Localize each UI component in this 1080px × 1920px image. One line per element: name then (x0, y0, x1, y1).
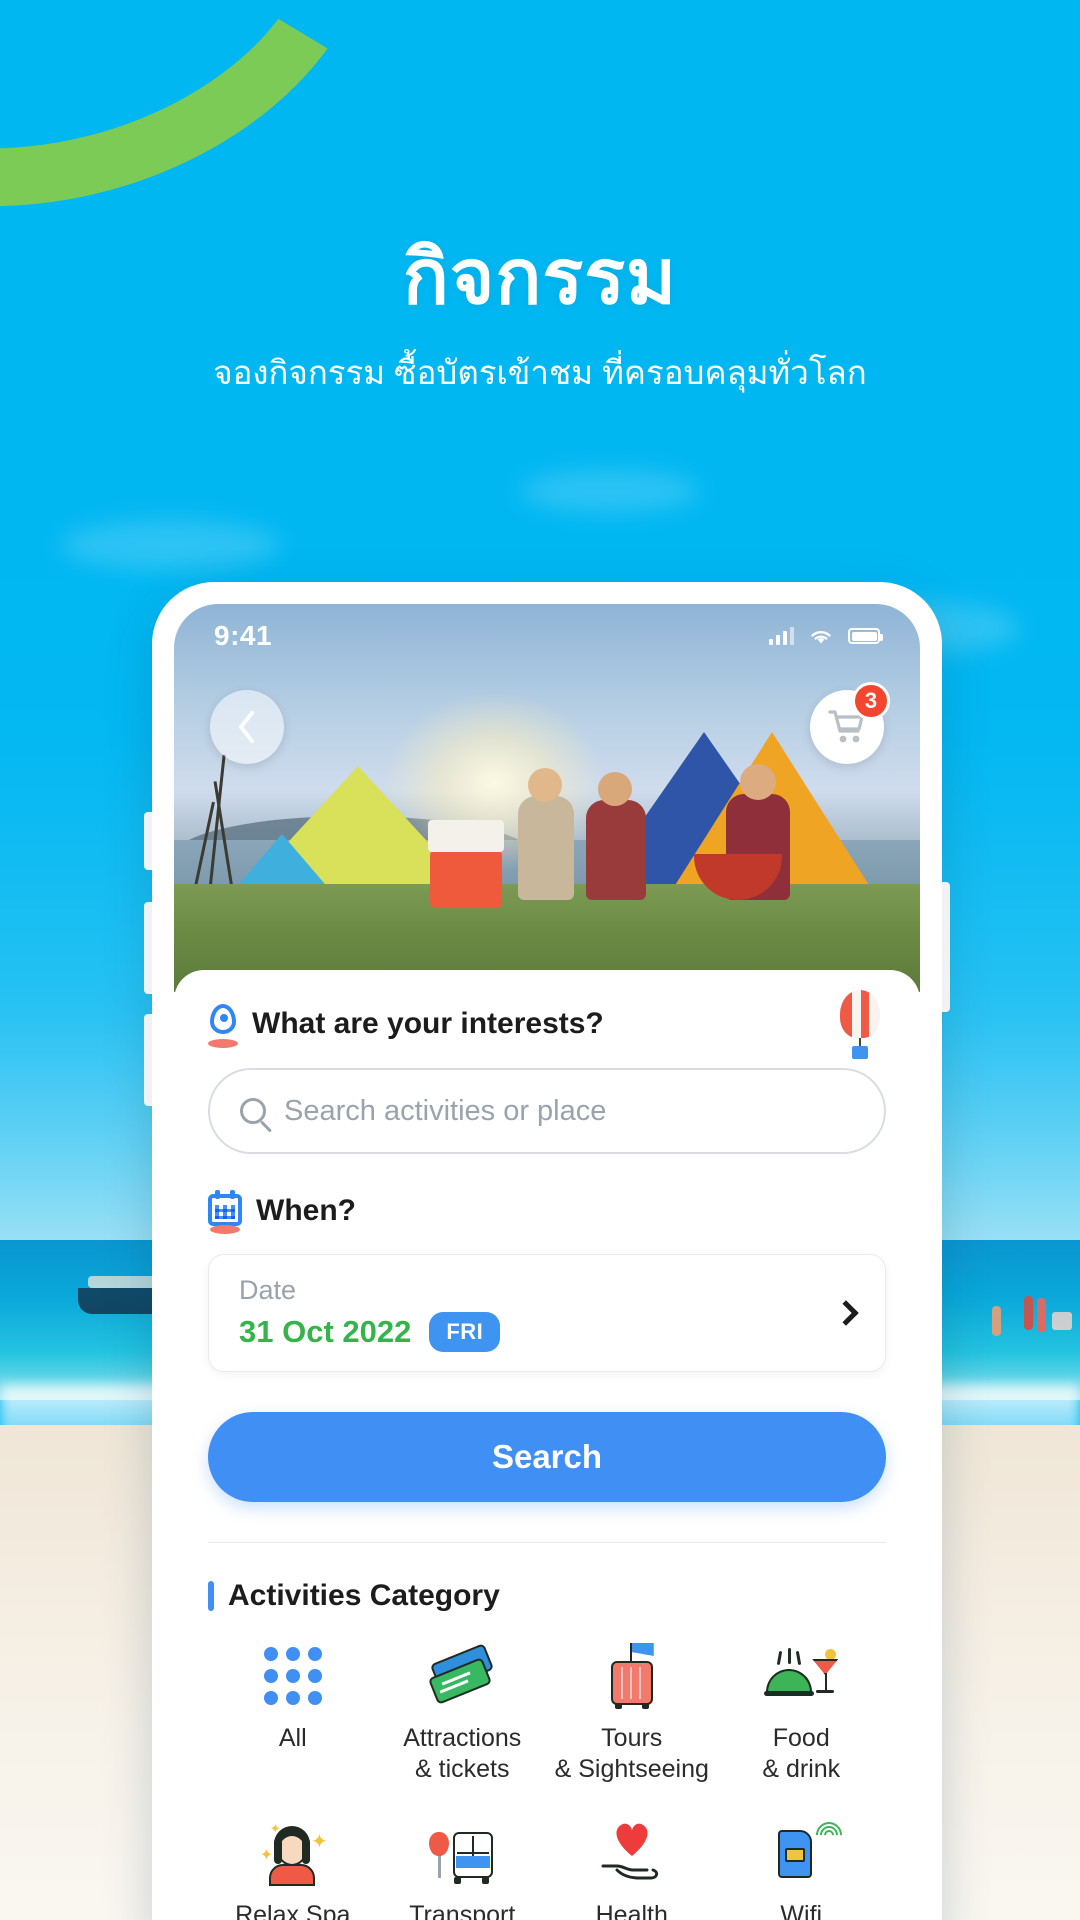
phone-volume-down-button (144, 1014, 152, 1106)
chevron-right-icon (833, 1300, 859, 1326)
cart-button[interactable]: 3 (810, 682, 890, 764)
category-item-health[interactable]: Health (547, 1820, 717, 1920)
category-label: Tours & Sightseeing (554, 1724, 709, 1784)
search-input-placeholder: Search activities or place (284, 1094, 607, 1127)
category-label: Transport (409, 1900, 516, 1920)
category-item-wifi-sim[interactable]: Wifi & sim card (717, 1816, 887, 1920)
category-label: Food & drink (762, 1724, 841, 1784)
wifi-icon (811, 630, 831, 643)
heart-hand-icon (595, 1820, 669, 1886)
date-picker[interactable]: Date 31 Oct 2022 FRI (208, 1254, 886, 1372)
page-title: กิจกรรม (402, 235, 678, 320)
section-accent-bar (208, 1581, 214, 1611)
search-card: What are your interests? Search activiti… (174, 970, 920, 1920)
cloud-wisp (60, 520, 280, 570)
search-button[interactable]: Search (208, 1412, 886, 1502)
page-subtitle: จองกิจกรรม ซื้อบัตรเข้าชม ที่ครอบคลุมทั่… (213, 353, 867, 391)
hero-cooler-box (428, 820, 504, 908)
category-label: Relax Spa & Beauty (235, 1900, 351, 1920)
grid-dots-icon (256, 1643, 330, 1709)
status-bar: 9:41 (174, 604, 920, 668)
category-label: Wifi & sim card (780, 1900, 823, 1920)
calendar-icon (208, 1190, 242, 1234)
category-label: All (278, 1724, 307, 1752)
interests-header: What are your interests? (208, 990, 886, 1059)
battery-icon (848, 628, 883, 644)
category-item-food[interactable]: Food & drink (717, 1643, 887, 1786)
category-item-tours[interactable]: Tours & Sightseeing (547, 1643, 717, 1786)
category-item-relax-spa[interactable]: ✦✦✦ Relax Spa & Beauty (208, 1820, 378, 1920)
cellular-signal-icon (769, 627, 794, 645)
search-icon (240, 1098, 266, 1124)
date-label: Date (239, 1274, 297, 1305)
category-item-transport[interactable]: Transport (378, 1820, 548, 1920)
location-pin-icon (208, 1004, 238, 1048)
spa-lady-icon: ✦ ✦ ✦ (256, 1820, 330, 1886)
sim-card-wifi-icon (764, 1816, 848, 1886)
hot-air-balloon-icon (834, 990, 886, 1064)
day-of-week-badge: FRI (429, 1311, 501, 1352)
phone-mockup: 9:41 3 What are your interests? Search a… (144, 582, 950, 1920)
category-item-all[interactable]: All (208, 1643, 378, 1786)
category-label: Attractions & tickets (403, 1724, 522, 1784)
hero-section: กิจกรรม จองกิจกรรม ซื้อบัตรเข้าชม ที่ครอ… (0, 236, 1080, 399)
phone-power-button (942, 882, 950, 1012)
status-bar-indicators (769, 627, 883, 646)
cart-badge-count: 3 (852, 682, 890, 720)
activities-category-title: Activities Category (228, 1579, 500, 1612)
phone-volume-up-button (144, 902, 152, 994)
category-item-attractions[interactable]: Attractions & tickets (378, 1643, 548, 1786)
phone-screen: 9:41 3 What are your interests? Search a… (174, 604, 920, 1920)
search-input[interactable]: Search activities or place (208, 1068, 886, 1154)
hero-person (518, 768, 574, 900)
date-value: 31 Oct 2022 (239, 1313, 412, 1349)
category-grid: All Attractions & tickets Tours & Sights… (208, 1643, 886, 1920)
cloud-wisp (520, 470, 700, 512)
section-divider (208, 1542, 886, 1543)
back-button[interactable] (210, 690, 284, 764)
hero-person (586, 772, 646, 900)
activities-category-header: Activities Category (208, 1579, 886, 1613)
date-picker-values: Date 31 Oct 2022 FRI (239, 1274, 501, 1352)
when-header: When? (208, 1190, 886, 1234)
food-drink-icon (764, 1643, 839, 1709)
chevron-left-icon (239, 711, 254, 743)
interests-heading: What are your interests? (252, 1007, 604, 1040)
bus-icon (425, 1820, 499, 1886)
phone-mute-button (144, 812, 152, 870)
status-bar-time: 9:41 (214, 620, 273, 651)
hero-tent-cyan (234, 834, 330, 890)
date-value-row: 31 Oct 2022 FRI (239, 1311, 501, 1352)
tickets-icon (425, 1643, 499, 1709)
suitcase-flag-icon (595, 1643, 669, 1709)
when-heading: When? (256, 1194, 356, 1227)
category-label: Health (595, 1900, 668, 1920)
